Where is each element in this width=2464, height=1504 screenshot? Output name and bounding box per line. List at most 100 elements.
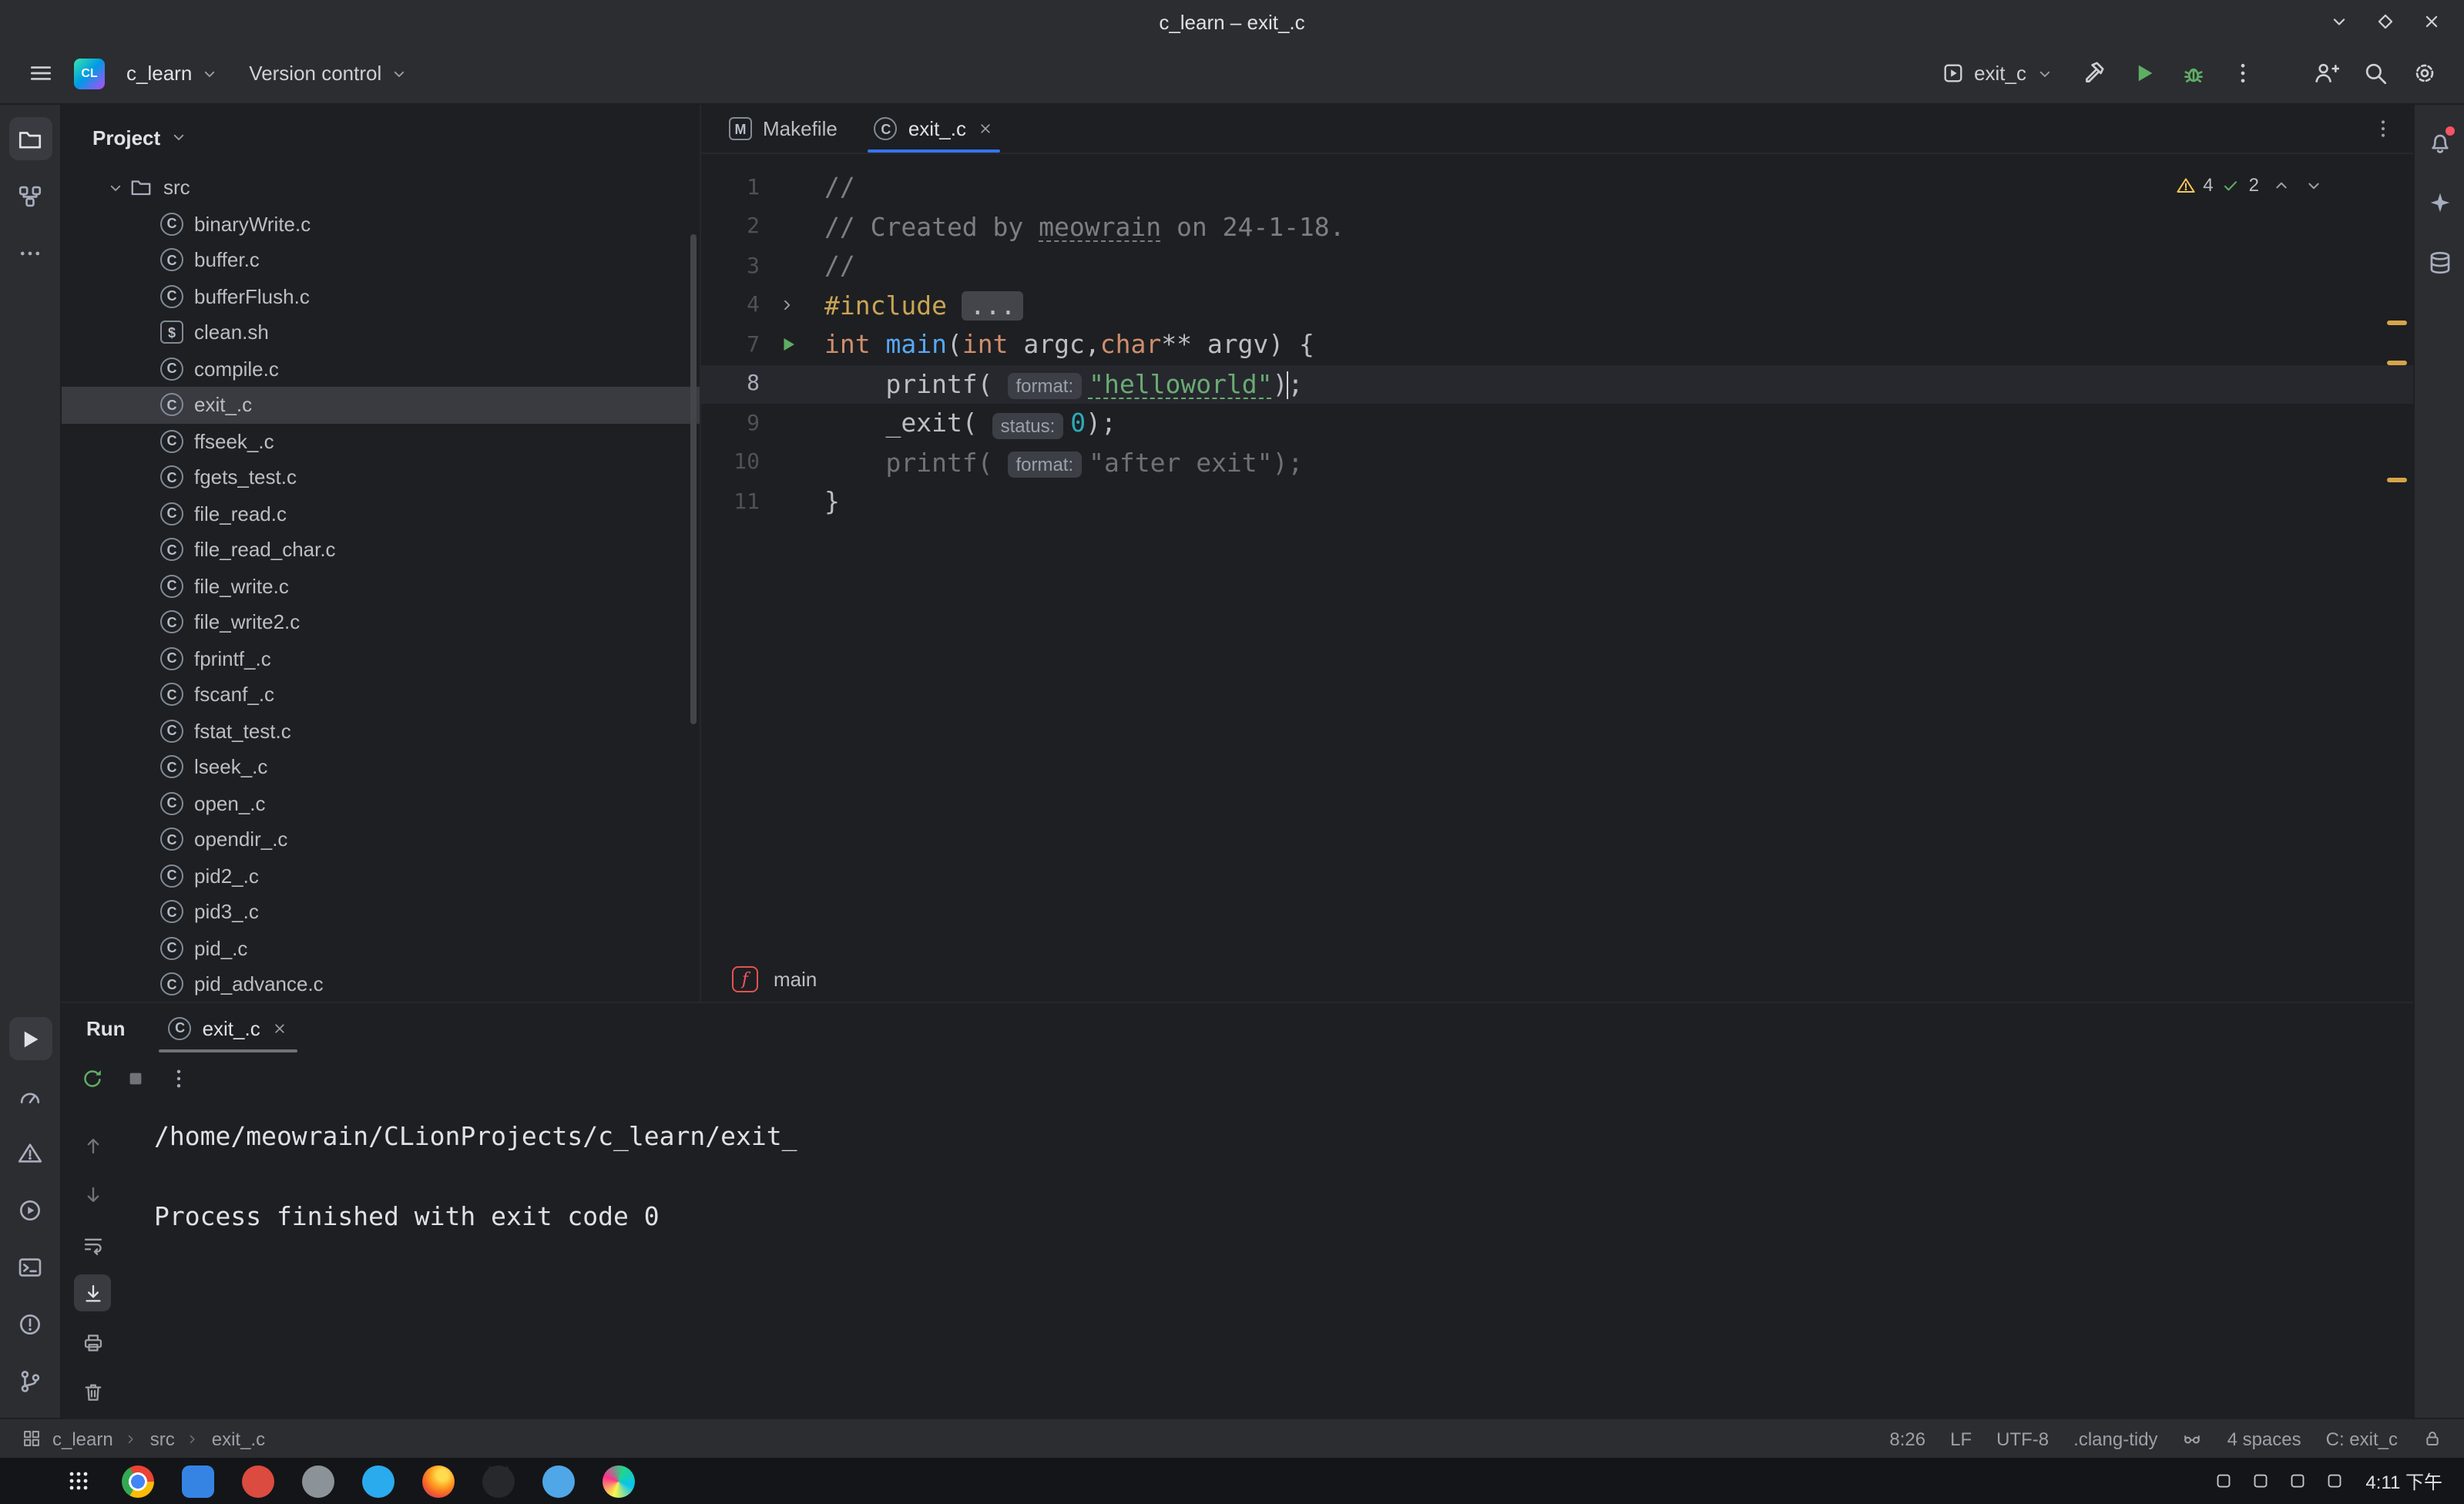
structure-tool-button[interactable] (8, 174, 52, 217)
problems-tool-button[interactable] (8, 1131, 52, 1174)
code-line-7[interactable]: 7int main(int argc,char** argv) { (701, 325, 2413, 364)
app-blue-icon[interactable] (542, 1465, 575, 1497)
encoding[interactable]: UTF-8 (1996, 1428, 2049, 1449)
tree-item-pid2_.c[interactable]: Cpid2_.c (62, 858, 700, 894)
prev-occurrence-button[interactable] (74, 1126, 111, 1163)
indent-style[interactable]: 4 spaces (2227, 1428, 2301, 1449)
tree-item-fstat_test.c[interactable]: Cfstat_test.c (62, 713, 700, 749)
run-tab[interactable]: C exit_.c (156, 1003, 300, 1052)
close-run-tab-button[interactable] (271, 1019, 288, 1036)
code-with-me-button[interactable] (2304, 52, 2347, 95)
more-tool-windows-button[interactable] (8, 231, 52, 274)
tree-item-file_write.c[interactable]: Cfile_write.c (62, 568, 700, 604)
search-everywhere-button[interactable] (2353, 52, 2396, 95)
project-selector[interactable]: c_learn (117, 55, 227, 91)
tree-item-fgets_test.c[interactable]: Cfgets_test.c (62, 459, 700, 495)
rerun-button[interactable] (80, 1066, 105, 1091)
code-editor[interactable]: 1//2// Created by meowrain on 24-1-18.3/… (701, 154, 2413, 955)
close-tab-button[interactable] (977, 120, 994, 137)
notifications-button[interactable] (2418, 120, 2461, 163)
code-line-2[interactable]: 2// Created by meowrain on 24-1-18. (701, 207, 2413, 247)
project-tool-button[interactable] (8, 117, 52, 160)
inspections-tool-button[interactable] (8, 1302, 52, 1345)
tray-icon-4[interactable] (2325, 1472, 2344, 1490)
more-actions-button[interactable] (2221, 52, 2264, 95)
tree-item-buffer.c[interactable]: Cbuffer.c (62, 242, 700, 278)
main-menu-button[interactable] (18, 52, 62, 95)
tree-item-src[interactable]: src (62, 170, 700, 206)
tree-item-pid3_.c[interactable]: Cpid3_.c (62, 894, 700, 930)
database-tool-button[interactable] (2418, 240, 2461, 284)
code-line-8[interactable]: 8 printf( format:"helloworld"); (701, 364, 2413, 404)
stop-button[interactable] (123, 1066, 148, 1091)
scroll-to-end-button[interactable] (74, 1274, 111, 1311)
resolve-context[interactable]: C: exit_c (2326, 1428, 2398, 1449)
print-console-button[interactable] (74, 1324, 111, 1361)
inspection-profile-button[interactable] (2183, 1428, 2203, 1449)
code-line-1[interactable]: 1// (701, 168, 2413, 207)
tree-item-binaryWrite.c[interactable]: CbinaryWrite.c (62, 206, 700, 242)
minimize-button[interactable] (2316, 0, 2362, 43)
error-stripe-mark[interactable] (2387, 321, 2407, 325)
status-crumb[interactable]: c_learn (52, 1428, 113, 1449)
status-crumb[interactable]: src (150, 1428, 175, 1449)
version-control-selector[interactable]: Version control (240, 55, 417, 91)
run-config-selector[interactable]: exit_c (1929, 55, 2066, 91)
settings-button[interactable] (2402, 52, 2446, 95)
run-tool-button[interactable] (8, 1017, 52, 1060)
breadcrumb-function[interactable]: main (774, 967, 817, 990)
tree-item-pid_.c[interactable]: Cpid_.c (62, 930, 700, 966)
read-only-toggle[interactable] (2422, 1428, 2442, 1449)
clang-tidy-profile[interactable]: .clang-tidy (2073, 1428, 2157, 1449)
project-panel-header[interactable]: Project (62, 105, 700, 170)
code-line-4[interactable]: 4#include ... (701, 286, 2413, 325)
run-button[interactable] (2122, 52, 2165, 95)
cat-app-icon[interactable] (482, 1465, 515, 1497)
run-line-icon[interactable] (778, 335, 798, 355)
next-issue-button[interactable] (2304, 175, 2324, 195)
console-more-button[interactable] (166, 1066, 191, 1091)
tray-icon-1[interactable] (2214, 1472, 2233, 1490)
code-line-9[interactable]: 9 _exit( status:0); (701, 404, 2413, 443)
tab-makefile[interactable]: M Makefile (710, 105, 856, 153)
ai-assistant-button[interactable] (2418, 180, 2461, 223)
line-separator[interactable]: LF (1950, 1428, 1972, 1449)
tray-icon-2[interactable] (2251, 1472, 2270, 1490)
tree-item-clean.sh[interactable]: $clean.sh (62, 314, 700, 351)
debug-button[interactable] (2171, 52, 2214, 95)
tab-exit-c[interactable]: C exit_.c (856, 105, 1012, 153)
maximize-button[interactable] (2362, 0, 2409, 43)
tree-item-file_write2.c[interactable]: Cfile_write2.c (62, 604, 700, 640)
build-button[interactable] (2073, 52, 2116, 95)
error-stripe-mark[interactable] (2387, 361, 2407, 365)
app-red-icon[interactable] (242, 1465, 274, 1497)
tree-item-ffseek_.c[interactable]: Cffseek_.c (62, 423, 700, 459)
code-line-10[interactable]: 10 printf( format:"after exit"); (701, 443, 2413, 482)
tree-item-compile.c[interactable]: Ccompile.c (62, 351, 700, 387)
project-scrollbar[interactable] (690, 234, 697, 724)
clear-console-button[interactable] (74, 1373, 111, 1410)
next-occurrence-button[interactable] (74, 1176, 111, 1213)
app-gray-icon[interactable] (302, 1465, 334, 1497)
ide-app-icon[interactable] (603, 1465, 635, 1497)
telegram-icon[interactable] (362, 1465, 394, 1497)
soft-wrap-button[interactable] (74, 1225, 111, 1262)
files-app-icon[interactable] (182, 1465, 214, 1497)
tree-item-opendir_.c[interactable]: Copendir_.c (62, 821, 700, 858)
tray-icon-3[interactable] (2288, 1472, 2307, 1490)
code-line-11[interactable]: 11} (701, 482, 2413, 522)
caret-position[interactable]: 8:26 (1889, 1428, 1925, 1449)
chrome-icon[interactable] (122, 1465, 154, 1497)
tree-item-fprintf_.c[interactable]: Cfprintf_.c (62, 640, 700, 676)
inspections-widget[interactable]: 4 2 (2175, 174, 2324, 196)
profiler-tool-button[interactable] (8, 1074, 52, 1117)
tree-item-pid_advance.c[interactable]: Cpid_advance.c (62, 966, 700, 1002)
fold-arrow-icon[interactable] (778, 297, 797, 315)
tree-item-bufferFlush.c[interactable]: CbufferFlush.c (62, 278, 700, 314)
version-control-tool-button[interactable] (8, 1359, 52, 1402)
app-grid-icon[interactable] (62, 1465, 94, 1497)
status-crumb[interactable]: exit_.c (212, 1428, 265, 1449)
firefox-icon[interactable] (422, 1465, 455, 1497)
console[interactable]: /home/meowrain/CLionProjects/c_learn/exi… (62, 1105, 2413, 1418)
services-tool-button[interactable] (8, 1188, 52, 1231)
